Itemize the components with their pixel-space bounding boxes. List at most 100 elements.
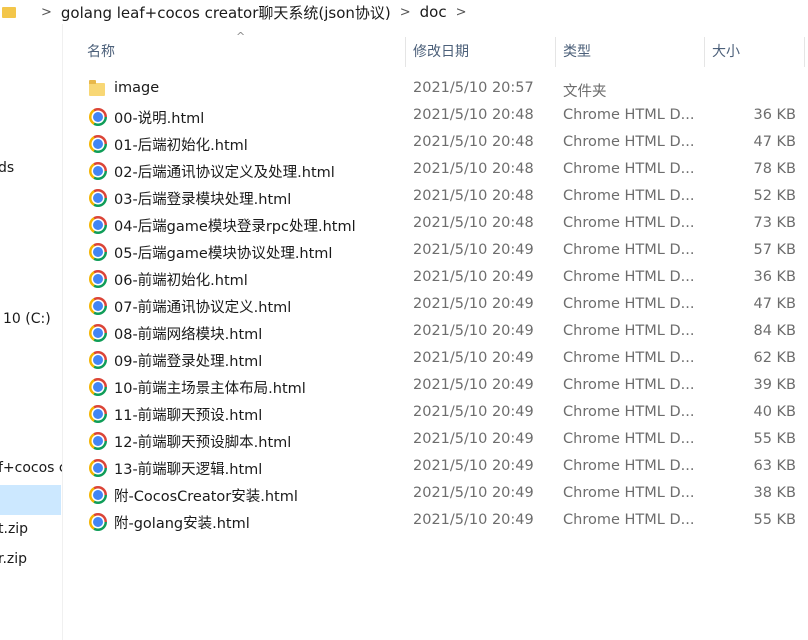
file-size: 52 KB (753, 188, 796, 204)
chrome-icon (89, 486, 107, 504)
file-date: 2021/5/10 20:49 (413, 458, 534, 474)
breadcrumb-doc[interactable]: doc (420, 3, 447, 21)
file-type: Chrome HTML D... (563, 377, 695, 393)
folder-icon (2, 5, 18, 19)
address-bar[interactable]: > golang leaf+cocos creator聊天系统(json协议) … (0, 0, 808, 24)
column-header-size[interactable]: 大小 (712, 37, 740, 65)
file-date: 2021/5/10 20:48 (413, 188, 534, 204)
nav-item-zip-1[interactable]: t.zip (0, 521, 28, 537)
chrome-icon (89, 270, 107, 288)
column-header-date[interactable]: 修改日期 (413, 37, 469, 65)
file-row[interactable]: 11-前端聊天预设.html 2021/5/10 20:49 Chrome HTML… (83, 400, 808, 427)
file-type: Chrome HTML D... (563, 323, 695, 339)
file-type: Chrome HTML D... (563, 458, 695, 474)
chrome-icon (89, 243, 107, 261)
nav-item-drive-c[interactable]: 10 (C:) (3, 311, 51, 327)
column-divider[interactable] (804, 37, 805, 67)
file-date: 2021/5/10 20:49 (413, 512, 534, 528)
chrome-icon (89, 297, 107, 315)
file-row[interactable]: image 2021/5/10 20:57 文件夹 (83, 76, 808, 103)
column-divider[interactable] (704, 37, 705, 67)
file-row[interactable]: 02-后端通讯协议定义及处理.html 2021/5/10 20:48 Chrome… (83, 157, 808, 184)
column-header-type[interactable]: 类型 (563, 37, 591, 65)
chevron-right-icon[interactable]: > (400, 5, 411, 20)
file-name: 附-CocosCreator安装.html (114, 489, 298, 505)
nav-item-selected[interactable] (0, 485, 61, 515)
file-date: 2021/5/10 20:49 (413, 296, 534, 312)
file-size: 55 KB (753, 512, 796, 528)
file-date: 2021/5/10 20:49 (413, 350, 534, 366)
file-name: 01-后端初始化.html (114, 138, 248, 154)
file-type: Chrome HTML D... (563, 242, 695, 258)
file-date: 2021/5/10 20:49 (413, 377, 534, 393)
file-size: 39 KB (753, 377, 796, 393)
file-type: Chrome HTML D... (563, 350, 695, 366)
chevron-right-icon[interactable]: > (41, 5, 52, 20)
nav-item-project-folder[interactable]: f+cocos c (0, 460, 62, 476)
file-name: 附-golang安装.html (114, 516, 250, 532)
file-name: image (114, 80, 160, 96)
sort-ascending-icon: ^ (236, 30, 246, 43)
file-row[interactable]: 附-golang安装.html 2021/5/10 20:49 Chrome HTM… (83, 508, 808, 535)
file-size: 47 KB (753, 134, 796, 150)
file-type: Chrome HTML D... (563, 107, 695, 123)
file-type: Chrome HTML D... (563, 188, 695, 204)
file-size: 55 KB (753, 431, 796, 447)
breadcrumb-project[interactable]: golang leaf+cocos creator聊天系统(json协议) (61, 2, 391, 23)
chrome-icon (89, 351, 107, 369)
file-type: Chrome HTML D... (563, 269, 695, 285)
file-row[interactable]: 06-前端初始化.html 2021/5/10 20:49 Chrome HTML … (83, 265, 808, 292)
file-type: 文件夹 (563, 84, 607, 100)
file-size: 57 KB (753, 242, 796, 258)
chevron-right-icon[interactable]: > (456, 5, 467, 20)
file-row[interactable]: 03-后端登录模块处理.html 2021/5/10 20:48 Chrome HT… (83, 184, 808, 211)
column-divider[interactable] (405, 37, 406, 67)
file-name: 06-前端初始化.html (114, 273, 248, 289)
file-row[interactable]: 附-CocosCreator安装.html 2021/5/10 20:49 Chro… (83, 481, 808, 508)
file-size: 78 KB (753, 161, 796, 177)
file-date: 2021/5/10 20:49 (413, 485, 534, 501)
file-date: 2021/5/10 20:49 (413, 404, 534, 420)
file-name: 05-后端game模块协议处理.html (114, 246, 333, 262)
column-header-name[interactable]: 名称 (87, 37, 115, 65)
file-date: 2021/5/10 20:48 (413, 161, 534, 177)
file-name: 08-前端网络模块.html (114, 327, 263, 343)
file-row[interactable]: 13-前端聊天逻辑.html 2021/5/10 20:49 Chrome HTML… (83, 454, 808, 481)
file-date: 2021/5/10 20:48 (413, 215, 534, 231)
nav-item-downloads[interactable]: ds (0, 160, 14, 176)
file-type: Chrome HTML D... (563, 431, 695, 447)
file-date: 2021/5/10 20:57 (413, 80, 534, 96)
file-type: Chrome HTML D... (563, 512, 695, 528)
file-size: 84 KB (753, 323, 796, 339)
file-size: 40 KB (753, 404, 796, 420)
file-name: 11-前端聊天预设.html (114, 408, 263, 424)
file-row[interactable]: 01-后端初始化.html 2021/5/10 20:48 Chrome HTML … (83, 130, 808, 157)
file-date: 2021/5/10 20:49 (413, 242, 534, 258)
column-divider[interactable] (555, 37, 556, 67)
file-row[interactable]: 07-前端通讯协议定义.html 2021/5/10 20:49 Chrome HT… (83, 292, 808, 319)
file-row[interactable]: 09-前端登录处理.html 2021/5/10 20:49 Chrome HTML… (83, 346, 808, 373)
file-date: 2021/5/10 20:49 (413, 431, 534, 447)
folder-icon (89, 80, 107, 99)
file-size: 38 KB (753, 485, 796, 501)
navigation-pane[interactable]: ds 10 (C:) f+cocos c t.zip r.zip (0, 24, 63, 640)
chrome-icon (89, 189, 107, 207)
file-type: Chrome HTML D... (563, 296, 695, 312)
nav-item-zip-2[interactable]: r.zip (0, 551, 27, 567)
file-row[interactable]: 08-前端网络模块.html 2021/5/10 20:49 Chrome HTML… (83, 319, 808, 346)
file-name: 00-说明.html (114, 111, 205, 127)
chrome-icon (89, 216, 107, 234)
file-date: 2021/5/10 20:48 (413, 107, 534, 123)
file-name: 03-后端登录模块处理.html (114, 192, 292, 208)
file-type: Chrome HTML D... (563, 485, 695, 501)
file-row[interactable]: 04-后端game模块登录rpc处理.html 2021/5/10 20:48 Ch… (83, 211, 808, 238)
file-row[interactable]: 10-前端主场景主体布局.html 2021/5/10 20:49 Chrome H… (83, 373, 808, 400)
file-date: 2021/5/10 20:48 (413, 134, 534, 150)
file-name: 09-前端登录处理.html (114, 354, 263, 370)
file-row[interactable]: 05-后端game模块协议处理.html 2021/5/10 20:49 Chrom… (83, 238, 808, 265)
chrome-icon (89, 135, 107, 153)
file-row[interactable]: 00-说明.html 2021/5/10 20:48 Chrome HTML D..… (83, 103, 808, 130)
file-date: 2021/5/10 20:49 (413, 269, 534, 285)
file-row[interactable]: 12-前端聊天预设脚本.html 2021/5/10 20:49 Chrome HT… (83, 427, 808, 454)
file-size: 63 KB (753, 458, 796, 474)
